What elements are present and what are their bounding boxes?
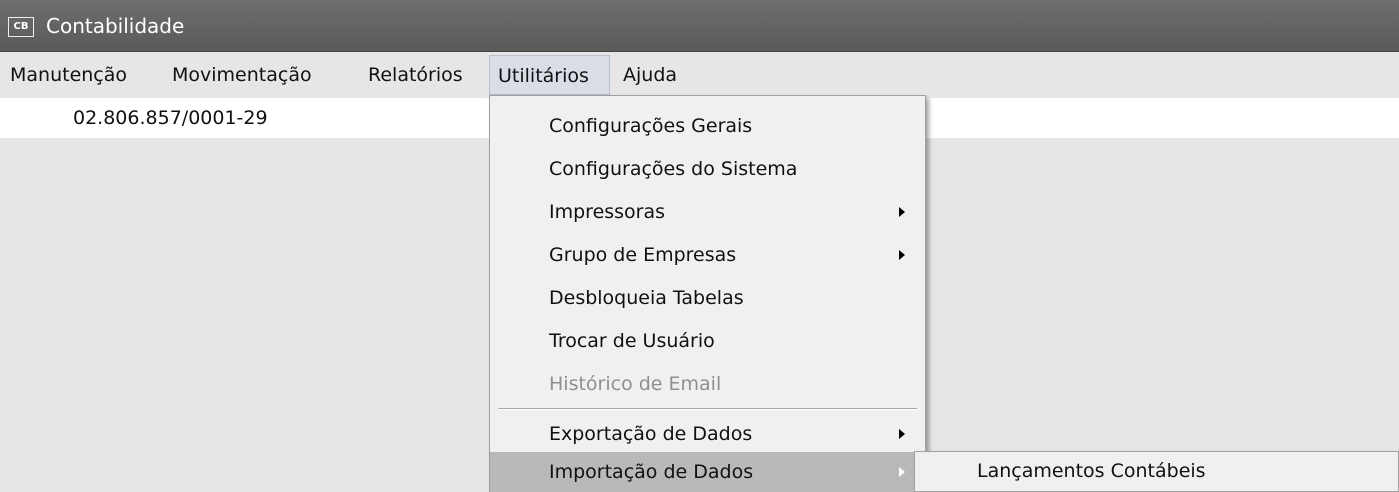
menu-separator <box>498 408 917 410</box>
importacao-submenu: Lançamentos Contábeis <box>914 451 1399 492</box>
menu-movimentacao[interactable]: Movimentação <box>164 55 320 95</box>
menu-utilitarios[interactable]: Utilitários <box>489 55 610 95</box>
menuitem-label: Desbloqueia Tabelas <box>549 287 744 309</box>
menuitem-label: Impressoras <box>549 201 666 223</box>
menuitem-desbloqueia-tabelas[interactable]: Desbloqueia Tabelas <box>490 278 925 318</box>
menu-ajuda[interactable]: Ajuda <box>615 55 685 95</box>
menuitem-label: Exportação de Dados <box>549 423 753 445</box>
menuitem-label: Grupo de Empresas <box>549 244 737 266</box>
menuitem-exportacao-dados[interactable]: Exportação de Dados <box>490 414 925 454</box>
menuitem-label: Trocar de Usuário <box>549 330 715 352</box>
menu-relatorios[interactable]: Relatórios <box>360 55 471 95</box>
menuitem-trocar-usuario[interactable]: Trocar de Usuário <box>490 321 925 361</box>
menuitem-configuracoes-gerais[interactable]: Configurações Gerais <box>490 106 925 146</box>
menuitem-label: Configurações do Sistema <box>549 158 798 180</box>
submenu-arrow-icon <box>899 250 905 260</box>
submenu-arrow-icon <box>899 207 905 217</box>
window-title: Contabilidade <box>46 14 185 38</box>
company-cnpj: 02.806.857/0001-29 <box>73 107 268 129</box>
menuitem-label: Configurações Gerais <box>549 115 753 137</box>
menu-bar: Manutenção Movimentação Relatórios Utili… <box>0 55 1399 95</box>
menuitem-label: Lançamentos Contábeis <box>977 460 1206 482</box>
menuitem-importacao-dados[interactable]: Importação de Dados <box>490 452 925 492</box>
app-logo-icon: CB <box>8 17 34 37</box>
menuitem-label: Histórico de Email <box>549 373 722 395</box>
submenu-arrow-icon <box>899 429 905 439</box>
menuitem-historico-email: Histórico de Email <box>490 364 925 404</box>
menuitem-impressoras[interactable]: Impressoras <box>490 192 925 232</box>
submenu-arrow-icon <box>899 467 905 477</box>
menuitem-configuracoes-sistema[interactable]: Configurações do Sistema <box>490 149 925 189</box>
title-bar: CB Contabilidade <box>0 0 1399 52</box>
menuitem-lancamentos-contabeis[interactable]: Lançamentos Contábeis <box>915 452 1398 491</box>
menuitem-grupo-empresas[interactable]: Grupo de Empresas <box>490 235 925 275</box>
menu-manutencao[interactable]: Manutenção <box>2 55 135 95</box>
menuitem-label: Importação de Dados <box>549 461 754 483</box>
utilitarios-dropdown-menu: Configurações Gerais Configurações do Si… <box>489 95 926 492</box>
